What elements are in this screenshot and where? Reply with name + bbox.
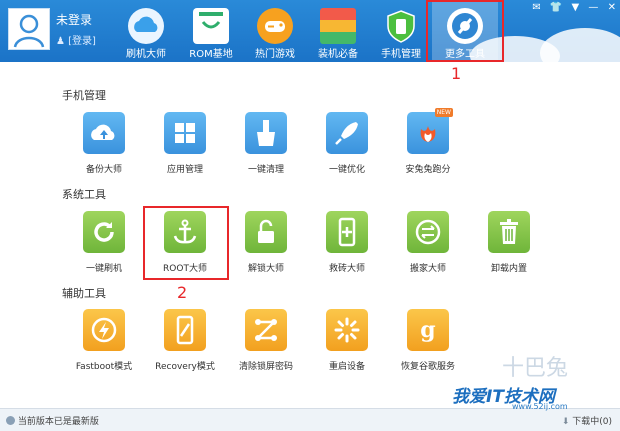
download-icon: ⬇	[561, 417, 570, 427]
section-title-aux-tools: 辅助工具	[62, 287, 106, 300]
tool-backup[interactable]: 备份大师	[66, 112, 142, 175]
lightning-icon	[83, 309, 125, 351]
tool-brick-rescue[interactable]: 救砖大师	[309, 211, 385, 274]
rocket-icon	[326, 112, 368, 154]
tool-one-click-clean[interactable]: 一键清理	[228, 112, 304, 175]
antutu-icon: NEW	[407, 108, 453, 154]
tool-unlock-master[interactable]: 解锁大师	[228, 211, 304, 274]
user-name: 未登录	[56, 13, 93, 27]
nav-label: 手机管理	[381, 49, 421, 60]
download-status[interactable]: ⬇ 下载中(0)	[562, 414, 612, 427]
top-navigation-bar: 未登录 ♟ [登录] 刷机大师 ROM基地 热门游戏 装机必备 手机管理 更多工…	[0, 0, 620, 62]
nav-flash-master[interactable]: 刷机大师	[115, 0, 177, 62]
info-icon	[6, 416, 15, 425]
tool-label: 解锁大师	[247, 264, 284, 274]
tool-label: 一键刷机	[85, 264, 122, 274]
watermark-url: www.52ij.com	[512, 402, 568, 411]
version-status: 当前版本已是最新版	[6, 414, 99, 427]
login-label[interactable]: [登录]	[68, 36, 96, 47]
broom-icon	[245, 112, 287, 154]
nav-rom-base[interactable]: ROM基地	[180, 0, 242, 62]
transfer-icon	[407, 211, 449, 253]
tool-label: 卸载内置	[490, 264, 527, 274]
grid-icon	[164, 112, 206, 154]
nav-more-tools[interactable]: 更多工具	[432, 0, 498, 62]
tool-label: 一键优化	[328, 165, 365, 175]
skin-icon[interactable]: 👕	[550, 2, 562, 13]
minimize-icon[interactable]: —	[588, 2, 598, 13]
tool-one-click-flash[interactable]: 一键刷机	[66, 211, 142, 274]
loading-icon	[326, 309, 368, 351]
marker-number-1: 1	[451, 64, 462, 83]
gamepad-icon	[257, 8, 293, 44]
nav-label: ROM基地	[189, 49, 233, 60]
tool-label: 一键清理	[247, 165, 284, 175]
shopping-bag-icon	[193, 8, 229, 44]
nav-essentials[interactable]: 装机必备	[307, 0, 369, 62]
tool-fastboot[interactable]: Fastboot模式	[66, 309, 142, 372]
tool-antutu[interactable]: NEW 安兔兔跑分	[390, 108, 466, 175]
tool-uninstall-builtin[interactable]: 卸载内置	[471, 211, 547, 274]
cloud-decoration	[540, 28, 620, 62]
nav-phone-manage[interactable]: 手机管理	[370, 0, 432, 62]
download-status-text[interactable]: 下载中(0)	[572, 417, 612, 427]
nav-label: 热门游戏	[255, 49, 295, 60]
nav-hot-games[interactable]: 热门游戏	[244, 0, 306, 62]
pattern-lock-icon	[245, 309, 287, 351]
section-title-phone-manage: 手机管理	[62, 89, 106, 102]
tool-app-manage[interactable]: 应用管理	[147, 112, 223, 175]
tool-label: 重启设备	[328, 362, 365, 372]
close-icon[interactable]: ✕	[608, 2, 616, 13]
tool-transfer-master[interactable]: 搬家大师	[390, 211, 466, 274]
section-title-system-tools: 系统工具	[62, 188, 106, 201]
status-bar: 当前版本已是最新版 ⬇ 下载中(0)	[0, 408, 620, 431]
window-controls: ✉ 👕 ▼ — ✕	[526, 2, 616, 13]
tool-root-master[interactable]: ROOT大师	[147, 211, 223, 274]
tool-label: Fastboot模式	[75, 362, 133, 372]
cloud-icon	[128, 8, 164, 44]
login-link[interactable]: ♟ [登录]	[56, 32, 96, 47]
avatar[interactable]	[8, 8, 50, 50]
watermark-logo-text: 十巴兔	[502, 356, 569, 381]
phone-plus-icon	[326, 211, 368, 253]
g-glyph: g	[420, 317, 436, 343]
unlock-icon	[245, 211, 287, 253]
tool-one-click-optimize[interactable]: 一键优化	[309, 112, 385, 175]
tool-label: Recovery模式	[155, 362, 215, 372]
tool-label: 清除锁屏密码	[238, 362, 293, 372]
nav-label: 刷机大师	[126, 49, 166, 60]
tool-reboot-device[interactable]: 重启设备	[309, 309, 385, 372]
tool-label: 搬家大师	[409, 264, 446, 274]
bookshelf-icon	[320, 8, 356, 44]
phone-slash-icon	[164, 309, 206, 351]
gear-tools-icon	[447, 8, 483, 44]
tool-label: 应用管理	[166, 165, 203, 175]
nav-label: 更多工具	[445, 49, 485, 60]
tool-restore-google-services[interactable]: g 恢复谷歌服务	[390, 309, 466, 372]
tool-recovery[interactable]: Recovery模式	[147, 309, 223, 372]
message-icon[interactable]: ✉	[532, 2, 540, 13]
refresh-icon	[83, 211, 125, 253]
tool-label: ROOT大师	[163, 264, 207, 274]
anchor-icon	[164, 211, 206, 253]
tool-label: 恢复谷歌服务	[400, 362, 455, 372]
tool-label: 安兔兔跑分	[405, 165, 451, 175]
menu-icon[interactable]: ▼	[572, 2, 580, 13]
cloud-upload-icon	[83, 112, 125, 154]
phone-shield-icon	[383, 8, 419, 44]
trash-icon	[488, 211, 530, 253]
tool-label: 备份大师	[85, 165, 122, 175]
tool-clear-lock-password[interactable]: 清除锁屏密码	[228, 309, 304, 372]
nav-label: 装机必备	[318, 49, 358, 60]
tool-label: 救砖大师	[328, 264, 365, 274]
version-status-text: 当前版本已是最新版	[17, 417, 99, 427]
new-badge: NEW	[434, 108, 453, 117]
google-g-icon: g	[407, 309, 449, 351]
marker-number-2: 2	[177, 283, 188, 302]
